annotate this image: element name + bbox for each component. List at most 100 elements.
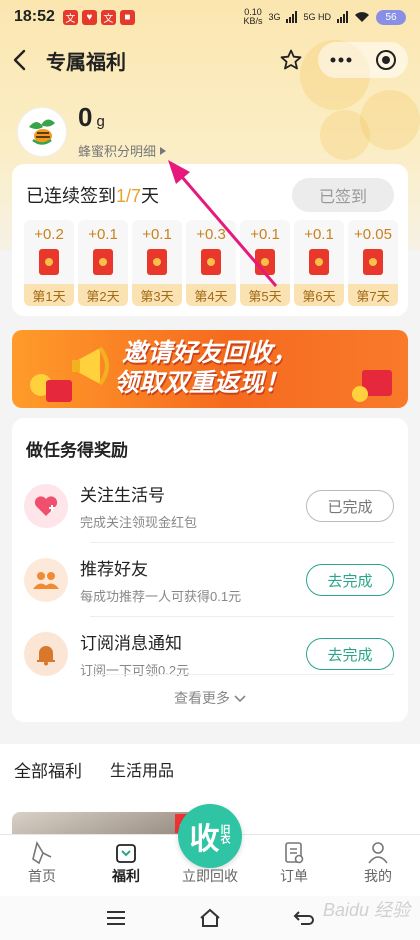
task-desc: 订阅一下可领0.2元 <box>80 663 190 678</box>
home-broom-icon <box>31 840 53 866</box>
triangle-right-icon <box>160 146 167 155</box>
day-reward: +0.1 <box>304 226 334 243</box>
task-text: 订阅消息通知 订阅一下可领0.2元 <box>80 629 189 679</box>
app-notification-icon: 文 <box>100 9 116 25</box>
task-item: 订阅消息通知 订阅一下可领0.2元 去完成 <box>12 618 408 690</box>
signed-button[interactable]: 已签到 <box>292 178 394 212</box>
net-speed: 0.10 KB/s <box>243 7 263 26</box>
back-arrow-icon <box>13 49 26 71</box>
app-notification-icon: 文 <box>62 9 78 25</box>
points-detail-link[interactable]: 蜂蜜积分明细 <box>78 141 167 160</box>
signin-day: +0.1 第2天 <box>78 220 128 306</box>
task-card: 做任务得奖励 关注生活号 完成关注领现金红包 已完成 推荐好友 每成功推荐一人可… <box>12 418 408 722</box>
red-envelope-icon <box>363 249 383 275</box>
signin-day: +0.1 第5天 <box>240 220 290 306</box>
tab-all-welfare[interactable]: 全部福利 <box>14 757 82 782</box>
menu-icon[interactable] <box>105 910 127 926</box>
order-list-icon <box>283 840 305 866</box>
day-label: 第2天 <box>78 284 128 306</box>
signal-icon <box>286 11 298 23</box>
day-label: 第6天 <box>294 284 344 306</box>
gift-decoration <box>46 380 72 402</box>
signin-card: 已连续签到1/7天 已签到 +0.2 第1天 +0.1 第2天 +0.1 第3天 +0… <box>12 164 408 316</box>
signal-icon <box>337 11 348 23</box>
points-value: 0g <box>78 102 105 132</box>
gift-box-icon <box>115 840 137 866</box>
day-label: 第7天 <box>348 284 398 306</box>
coin-decoration <box>352 386 368 402</box>
friends-icon <box>24 558 68 602</box>
points-detail-label: 蜂蜜积分明细 <box>78 144 157 159</box>
star-icon <box>280 49 302 70</box>
day-label: 第3天 <box>132 284 182 306</box>
back-button[interactable] <box>12 45 40 75</box>
network-3g-label: 3G <box>268 12 281 22</box>
task-text: 推荐好友 每成功推荐一人可获得0.1元 <box>80 555 241 605</box>
wifi-icon <box>355 12 369 22</box>
recycle-now-button[interactable]: 收 旧衣 <box>178 804 242 868</box>
app-notification-icon: ■ <box>119 9 135 25</box>
task-item: 推荐好友 每成功推荐一人可获得0.1元 去完成 <box>12 544 408 616</box>
nav-bar: 专属福利 <box>0 38 420 82</box>
day-reward: +0.1 <box>250 226 280 243</box>
chevron-down-icon <box>234 695 246 703</box>
task-text: 关注生活号 完成关注领现金红包 <box>80 481 197 531</box>
signin-day: +0.2 第1天 <box>24 220 74 306</box>
category-tabs: 全部福利 生活用品 <box>0 744 420 794</box>
more-button[interactable] <box>318 42 363 78</box>
bell-icon <box>24 632 68 676</box>
tab-mine[interactable]: 我的 <box>336 835 420 896</box>
signin-day: +0.1 第3天 <box>132 220 182 306</box>
tab-home[interactable]: 首页 <box>0 835 84 896</box>
day-reward: +0.05 <box>354 226 392 243</box>
nav-actions <box>274 42 408 78</box>
day-label: 第1天 <box>24 284 74 306</box>
divider <box>90 616 394 617</box>
signin-day: +0.3 第4天 <box>186 220 236 306</box>
task-go-button[interactable]: 去完成 <box>306 564 394 596</box>
user-icon <box>367 840 389 866</box>
divider <box>90 542 394 543</box>
battery-icon: 56 <box>376 9 406 25</box>
target-icon <box>375 50 396 70</box>
status-indicators: 0.10 KB/s 3G 5G HD 56 <box>243 8 406 26</box>
task-done-button[interactable]: 已完成 <box>306 490 394 522</box>
task-section-title: 做任务得奖励 <box>26 441 128 460</box>
red-envelope-icon <box>147 249 167 275</box>
notification-icons: 文 ♥ 文 ■ <box>62 9 135 25</box>
watermark: Baidu 经验 <box>322 900 410 920</box>
back-icon[interactable] <box>293 908 315 928</box>
task-item: 关注生活号 完成关注领现金红包 已完成 <box>12 470 408 542</box>
task-go-button[interactable]: 去完成 <box>306 638 394 670</box>
red-envelope-icon <box>201 249 221 275</box>
favorite-button[interactable] <box>274 43 308 77</box>
page-title: 专属福利 <box>46 51 126 74</box>
task-desc: 完成关注领现金红包 <box>80 515 198 530</box>
view-more-link[interactable]: 查看更多 <box>12 688 408 708</box>
points-info: 0g 蜂蜜积分明细 <box>78 104 167 160</box>
home-icon[interactable] <box>198 908 222 928</box>
more-dots-icon <box>330 57 351 63</box>
tab-daily-goods[interactable]: 生活用品 <box>110 757 174 781</box>
task-desc: 每成功推荐一人可获得0.1元 <box>80 589 242 604</box>
bee-logo-icon <box>18 108 66 156</box>
close-miniapp-button[interactable] <box>363 42 408 78</box>
network-5g-label: 5G HD <box>303 12 331 22</box>
signin-day: +0.05 第7天 <box>348 220 398 306</box>
signin-days: +0.2 第1天 +0.1 第2天 +0.1 第3天 +0.3 第4天 +0.1 第5天 … <box>24 220 398 306</box>
red-envelope-icon <box>93 249 113 275</box>
task-name: 订阅消息通知 <box>80 634 182 653</box>
tab-orders[interactable]: 订单 <box>252 835 336 896</box>
heart-plus-icon <box>24 484 68 528</box>
task-name: 关注生活号 <box>80 486 165 505</box>
status-time: 18:52 <box>14 8 55 25</box>
day-reward: +0.1 <box>142 226 172 243</box>
mini-program-capsule <box>318 42 408 78</box>
task-name: 推荐好友 <box>80 560 148 579</box>
day-label: 第5天 <box>240 284 290 306</box>
day-reward: +0.1 <box>88 226 118 243</box>
tab-welfare[interactable]: 福利 <box>84 835 168 896</box>
app-notification-icon: ♥ <box>81 9 97 25</box>
signin-day: +0.1 第6天 <box>294 220 344 306</box>
invite-banner[interactable]: 邀请好友回收， 领取双重返现！ <box>12 330 408 408</box>
